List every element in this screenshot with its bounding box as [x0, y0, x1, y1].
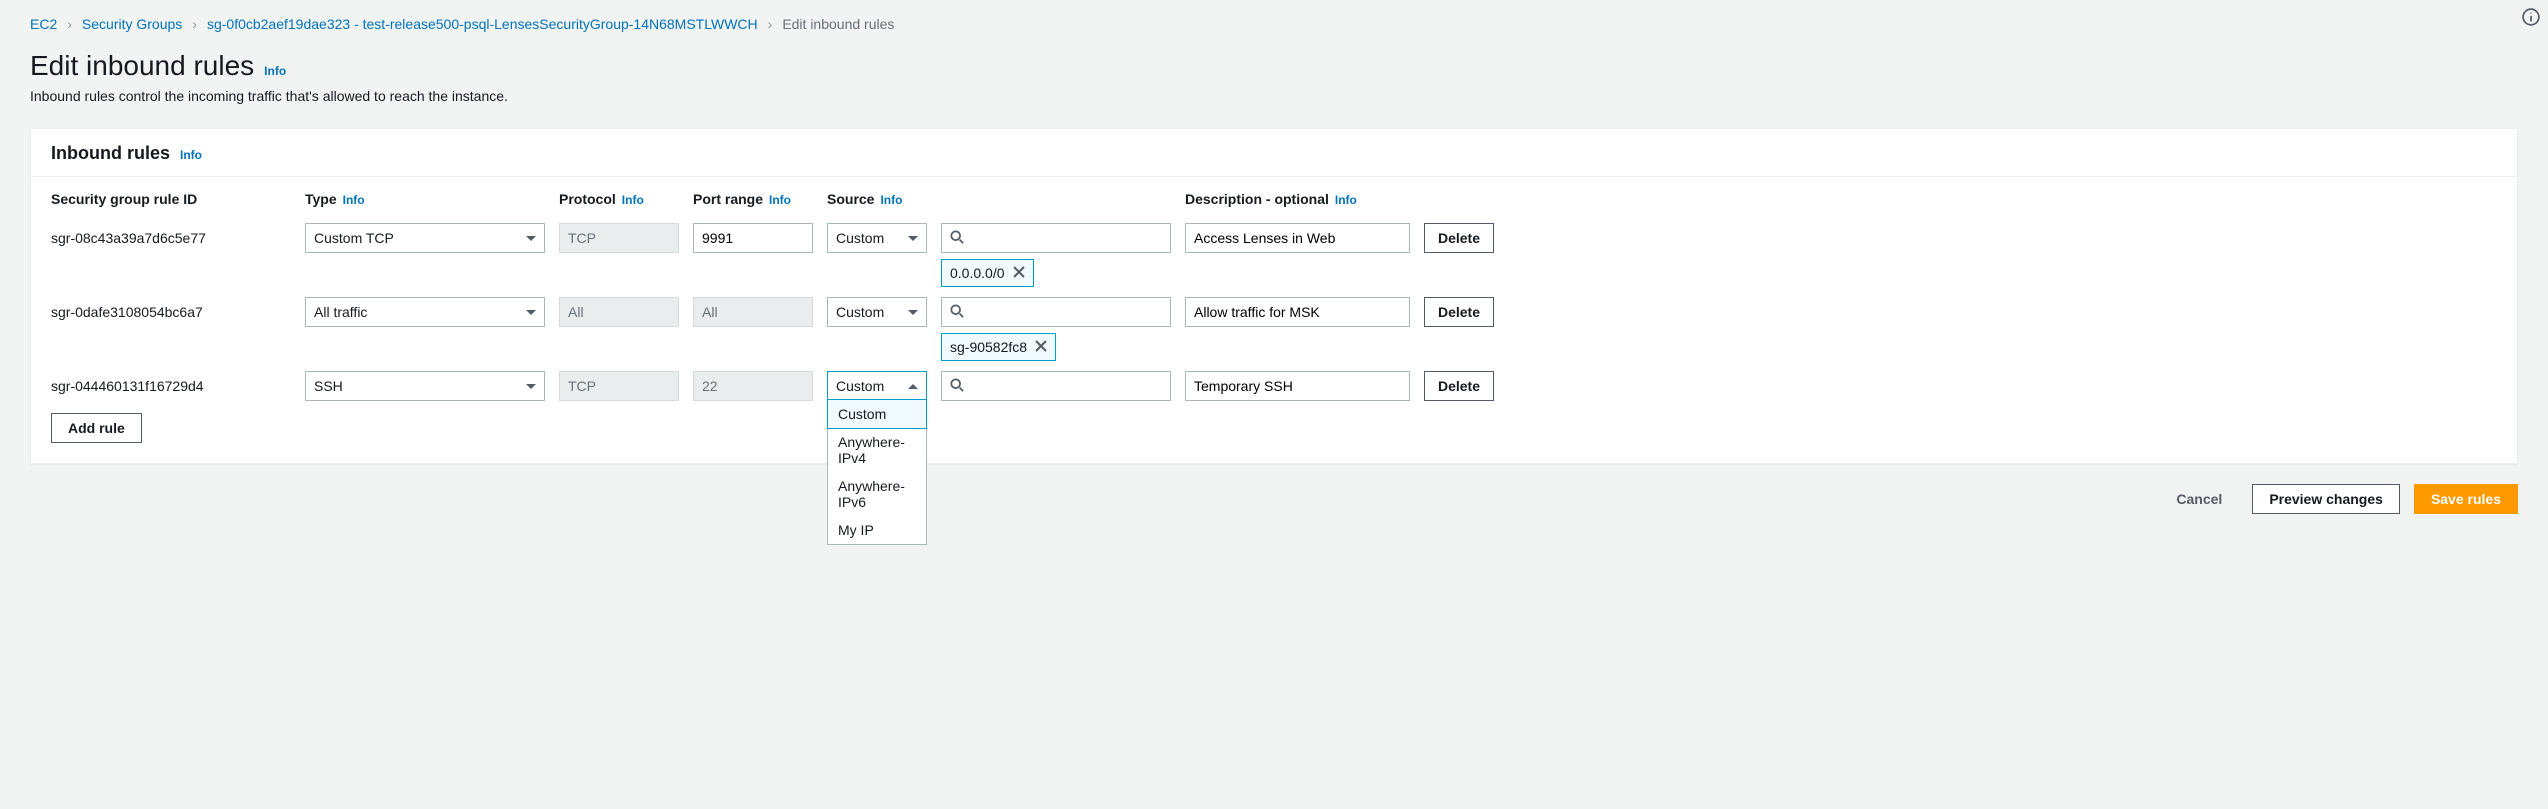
breadcrumb-sg-detail[interactable]: sg-0f0cb2aef19dae323 - test-release500-p…	[207, 16, 758, 32]
header-description-info[interactable]: Info	[1335, 193, 1357, 207]
protocol-input	[559, 223, 679, 253]
rule-id: sgr-08c43a39a7d6c5e77	[51, 221, 291, 253]
header-actions	[1424, 187, 1494, 197]
source-chip: 0.0.0.0/0	[941, 259, 1034, 287]
header-port-range-info[interactable]: Info	[769, 193, 791, 207]
protocol-input	[559, 297, 679, 327]
header-description: Description - optionalInfo	[1185, 187, 1410, 213]
protocol-input	[559, 371, 679, 401]
port-range-input[interactable]	[693, 223, 813, 253]
header-protocol: ProtocolInfo	[559, 187, 679, 213]
cancel-button[interactable]: Cancel	[2160, 484, 2238, 514]
header-source-search	[941, 187, 1171, 197]
chevron-right-icon: ›	[192, 16, 197, 32]
source-mode-select[interactable]: CustomCustomAnywhere-IPv4Anywhere-IPv6My…	[827, 371, 927, 401]
breadcrumb-ec2[interactable]: EC2	[30, 16, 57, 32]
header-source: SourceInfo	[827, 187, 927, 213]
chevron-right-icon: ›	[768, 16, 773, 32]
search-icon	[950, 230, 964, 247]
source-option[interactable]: My IP	[828, 516, 926, 544]
remove-chip-icon[interactable]	[1013, 266, 1025, 280]
source-option[interactable]: Anywhere-IPv6	[828, 472, 926, 516]
delete-rule-button[interactable]: Delete	[1424, 371, 1494, 401]
source-mode-dropdown: CustomAnywhere-IPv4Anywhere-IPv6My IP	[827, 399, 927, 545]
source-option[interactable]: Anywhere-IPv4	[828, 428, 926, 472]
page-subtitle: Inbound rules control the incoming traff…	[30, 88, 2518, 104]
breadcrumb-security-groups[interactable]: Security Groups	[82, 16, 182, 32]
chevron-right-icon: ›	[67, 16, 72, 32]
inbound-rules-panel: Inbound rules Info Security group rule I…	[30, 128, 2518, 464]
panel-title: Inbound rules	[51, 143, 170, 164]
source-search[interactable]	[941, 297, 1171, 327]
footer-actions: Cancel Preview changes Save rules	[30, 484, 2518, 514]
breadcrumb: EC2 › Security Groups › sg-0f0cb2aef19da…	[30, 16, 2518, 32]
description-input[interactable]	[1185, 371, 1410, 401]
type-select[interactable]: All traffic	[305, 297, 545, 327]
port-range-input	[693, 297, 813, 327]
search-icon	[950, 304, 964, 321]
source-mode-select[interactable]: Custom	[827, 297, 927, 327]
delete-rule-button[interactable]: Delete	[1424, 297, 1494, 327]
add-rule-button[interactable]: Add rule	[51, 413, 142, 443]
source-search-input[interactable]	[970, 378, 1162, 394]
remove-chip-icon[interactable]	[1035, 340, 1047, 354]
header-type-info[interactable]: Info	[343, 193, 365, 207]
header-type: TypeInfo	[305, 187, 545, 213]
port-range-input	[693, 371, 813, 401]
source-search[interactable]	[941, 223, 1171, 253]
page-title-text: Edit inbound rules	[30, 50, 254, 82]
delete-rule-button[interactable]: Delete	[1424, 223, 1494, 253]
header-port-range: Port rangeInfo	[693, 187, 813, 213]
header-protocol-info[interactable]: Info	[622, 193, 644, 207]
description-input[interactable]	[1185, 297, 1410, 327]
source-search-input[interactable]	[970, 230, 1162, 246]
source-mode-select[interactable]: Custom	[827, 223, 927, 253]
info-icon[interactable]	[2522, 8, 2540, 26]
search-icon	[950, 378, 964, 395]
type-select[interactable]: SSH	[305, 371, 545, 401]
rule-id: sgr-0dafe3108054bc6a7	[51, 295, 291, 327]
source-search-input[interactable]	[970, 304, 1162, 320]
description-input[interactable]	[1185, 223, 1410, 253]
save-rules-button[interactable]: Save rules	[2414, 484, 2518, 514]
page-title: Edit inbound rules Info	[30, 50, 2518, 82]
panel-info[interactable]: Info	[180, 148, 202, 162]
page-title-info[interactable]: Info	[264, 64, 286, 78]
source-option[interactable]: Custom	[827, 399, 927, 429]
source-chip: sg-90582fc8	[941, 333, 1056, 361]
rule-id: sgr-044460131f16729d4	[51, 369, 291, 401]
source-search[interactable]	[941, 371, 1171, 401]
header-rule-id: Security group rule ID	[51, 187, 291, 213]
type-select[interactable]: Custom TCP	[305, 223, 545, 253]
preview-changes-button[interactable]: Preview changes	[2252, 484, 2400, 514]
header-source-info[interactable]: Info	[880, 193, 902, 207]
breadcrumb-current: Edit inbound rules	[782, 16, 894, 32]
